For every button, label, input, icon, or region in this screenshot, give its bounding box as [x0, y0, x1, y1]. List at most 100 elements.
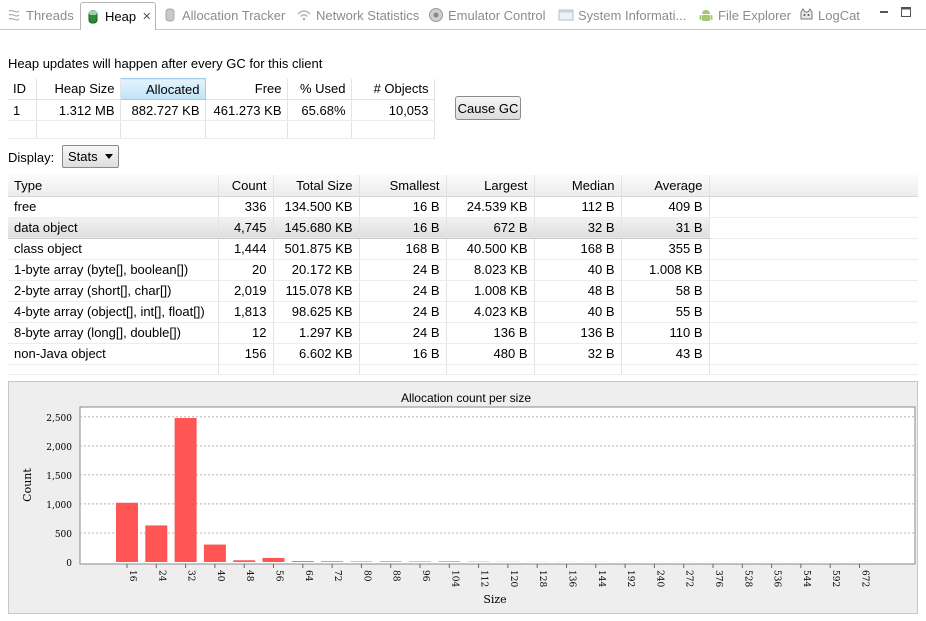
- x-tick-label: 376: [713, 570, 723, 587]
- empty-row: [8, 120, 435, 139]
- heap-id: 1: [8, 99, 37, 121]
- row-filler: [709, 217, 918, 239]
- x-tick-label: 144: [596, 570, 606, 587]
- column-header-count[interactable]: Count: [218, 175, 274, 197]
- network-icon: [296, 7, 312, 23]
- cell-type: 8-byte array (long[], double[]): [8, 322, 219, 344]
- cell-type: data object: [8, 216, 219, 239]
- cell-total-size: 1.297 KB: [273, 322, 360, 344]
- column-header-free[interactable]: Free: [205, 78, 288, 100]
- cell-total-size: 145.680 KB: [273, 216, 360, 239]
- y-tick-label: 500: [55, 530, 72, 540]
- x-tick-label: 136: [567, 570, 577, 587]
- chart-bar: [438, 561, 461, 562]
- cell-largest: 8.023 KB: [446, 259, 535, 281]
- tab-label: Network Statistics: [316, 7, 420, 23]
- table-row[interactable]: 1 1.312 MB 882.727 KB 461.273 KB 65.68% …: [8, 99, 435, 121]
- y-tick-label: 1,000: [46, 501, 72, 511]
- tab-label: System Informati...: [578, 7, 687, 23]
- heap-update-notice: Heap updates will happen after every GC …: [8, 56, 323, 71]
- x-tick-label: 16: [127, 570, 137, 582]
- row-filler: [709, 343, 918, 365]
- tab-logcat[interactable]: LogCat: [798, 3, 860, 27]
- x-tick-label: 112: [479, 570, 489, 587]
- cell-type: class object: [8, 238, 219, 260]
- table-row[interactable]: 1-byte array (byte[], boolean[]) 20 20.1…: [8, 259, 918, 281]
- x-tick-label: 64: [303, 570, 313, 582]
- chart-bar: [203, 544, 226, 562]
- cell-total-size: 98.625 KB: [273, 301, 360, 323]
- y-tick-label: 2,500: [46, 414, 72, 424]
- cell-smallest: 24 B: [359, 301, 447, 323]
- x-tick-label: 120: [508, 570, 518, 587]
- cell-smallest: 24 B: [359, 280, 447, 302]
- tab-emulator-control[interactable]: Emulator Control: [428, 3, 546, 27]
- row-filler: [709, 196, 918, 218]
- row-filler: [709, 280, 918, 302]
- tab-system-information[interactable]: System Informati...: [558, 3, 686, 27]
- x-tick-label: 592: [830, 570, 840, 587]
- tab-file-explorer[interactable]: File Explorer: [698, 3, 791, 27]
- stats-table: Type Count Total Size Smallest Largest M…: [8, 175, 918, 375]
- chart-bar: [321, 561, 344, 562]
- x-tick-label: 96: [420, 570, 430, 582]
- minimize-icon[interactable]: [878, 6, 890, 18]
- column-header-total-size[interactable]: Total Size: [273, 175, 360, 197]
- x-tick-label: 192: [625, 570, 635, 587]
- column-header-median[interactable]: Median: [534, 175, 622, 197]
- heap-objects: 10,053: [351, 99, 435, 121]
- y-tick-label: 1,500: [46, 472, 72, 482]
- column-header-average[interactable]: Average: [621, 175, 710, 197]
- header-filler: [709, 175, 918, 197]
- column-header-percent-used[interactable]: % Used: [287, 78, 352, 100]
- cause-gc-button[interactable]: Cause GC: [455, 96, 521, 120]
- x-tick-label: 272: [684, 570, 694, 587]
- tab-threads[interactable]: Threads: [6, 3, 74, 27]
- table-row[interactable]: 8-byte array (long[], double[]) 12 1.297…: [8, 322, 918, 344]
- maximize-icon[interactable]: [900, 6, 912, 18]
- chart-bar: [174, 417, 197, 562]
- row-filler: [709, 259, 918, 281]
- column-header-id[interactable]: ID: [8, 78, 37, 100]
- chart-bar: [262, 557, 285, 562]
- x-tick-label: 24: [156, 570, 166, 582]
- chart-bar: [233, 560, 256, 562]
- cell-smallest: 24 B: [359, 259, 447, 281]
- cell-total-size: 20.172 KB: [273, 259, 360, 281]
- table-row[interactable]: free 336 134.500 KB 16 B 24.539 KB 112 B…: [8, 196, 918, 218]
- x-tick-label: 80: [361, 570, 371, 582]
- row-filler: [709, 322, 918, 344]
- tab-network-statistics[interactable]: Network Statistics: [296, 3, 419, 27]
- chart-bar: [291, 561, 314, 562]
- table-row[interactable]: class object 1,444 501.875 KB 168 B 40.5…: [8, 238, 918, 260]
- cell-average: 110 B: [621, 322, 710, 344]
- cell-count: 20: [218, 259, 274, 281]
- close-icon[interactable]: ✕: [142, 10, 151, 23]
- table-row[interactable]: non-Java object 156 6.602 KB 16 B 480 B …: [8, 343, 918, 365]
- table-row-selected[interactable]: data object 4,745 145.680 KB 16 B 672 B …: [8, 216, 918, 239]
- column-header-type[interactable]: Type: [8, 175, 219, 197]
- row-filler: [709, 238, 918, 260]
- column-header-allocated[interactable]: Allocated: [119, 78, 206, 100]
- table-row[interactable]: 4-byte array (object[], int[], float[]) …: [8, 301, 918, 323]
- tab-heap[interactable]: Heap ✕: [80, 2, 157, 30]
- table-row[interactable]: 2-byte array (short[], char[]) 2,019 115…: [8, 280, 918, 302]
- column-header-largest[interactable]: Largest: [446, 175, 535, 197]
- cell-count: 336: [218, 196, 274, 218]
- cell-average: 355 B: [621, 238, 710, 260]
- column-header-heap-size[interactable]: Heap Size: [36, 78, 121, 100]
- tab-allocation-tracker[interactable]: Allocation Tracker: [162, 3, 285, 27]
- column-header-smallest[interactable]: Smallest: [359, 175, 447, 197]
- display-select[interactable]: Stats: [62, 145, 119, 168]
- cell-average: 409 B: [621, 196, 710, 218]
- empty-row: [8, 364, 918, 375]
- cell-largest: 480 B: [446, 343, 535, 365]
- cell-median: 168 B: [534, 238, 622, 260]
- cell-type: free: [8, 196, 219, 218]
- allocation-tracker-icon: [162, 7, 178, 23]
- cell-total-size: 501.875 KB: [273, 238, 360, 260]
- chart-bar: [145, 525, 168, 562]
- x-tick-label: 72: [332, 570, 342, 581]
- x-tick-label: 240: [654, 570, 664, 587]
- column-header-objects[interactable]: # Objects: [351, 78, 435, 100]
